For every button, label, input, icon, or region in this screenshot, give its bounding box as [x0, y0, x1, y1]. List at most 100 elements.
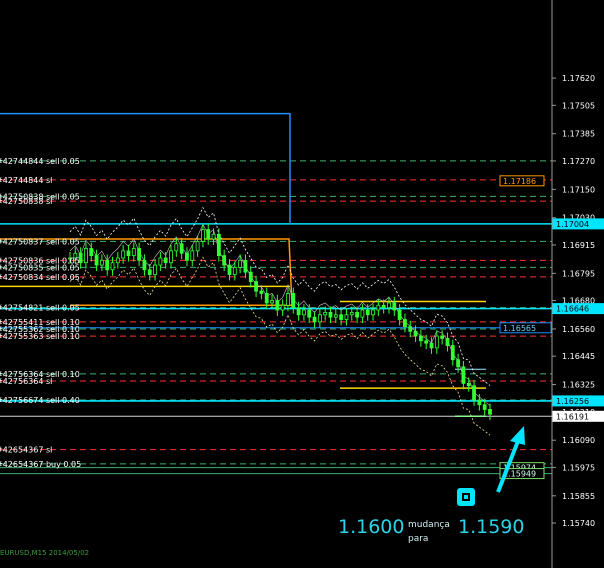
order-label: #42750838 sl [0, 197, 52, 206]
order-label: #42654367 sl [0, 446, 52, 455]
order-label: #42750837 sell 0.05 [0, 237, 80, 246]
price-levels-layer [0, 160, 552, 475]
candle-body [222, 255, 227, 266]
candle-body [158, 257, 163, 266]
candle-body [450, 345, 455, 361]
candle-body [248, 271, 253, 283]
candle-body [275, 300, 280, 311]
axis-tick-label: 1.16915 [562, 241, 595, 250]
candle-body [371, 309, 375, 316]
candle-body [126, 250, 131, 257]
annotation-from-price: 1.1600 [338, 516, 405, 538]
candle-body [333, 314, 338, 318]
candle-body [121, 250, 126, 259]
candle-body [195, 240, 200, 252]
axis-tick-label: 1.17505 [562, 101, 595, 110]
price-badge-label: 1.16256 [556, 397, 589, 406]
candle-body [270, 300, 274, 304]
axis-tick-label: 1.17620 [562, 74, 595, 83]
candle-body [482, 404, 487, 410]
axis-tick-label: 1.17150 [562, 185, 595, 194]
axis-tick-label: 1.15740 [562, 519, 595, 528]
candle-body [456, 359, 461, 368]
candle-body [472, 385, 476, 401]
candle-body [376, 304, 381, 311]
candle-body [387, 302, 391, 309]
candle-body [131, 248, 136, 256]
candle-body [142, 259, 147, 271]
candle-body [264, 293, 269, 304]
moving-average-upper [69, 206, 491, 386]
axis-tick-label: 1.17270 [562, 157, 595, 166]
candle-body [360, 309, 365, 318]
candle-body [381, 304, 386, 309]
order-label: #42654367 buy 0.05 [0, 460, 81, 469]
candle-body [349, 311, 354, 316]
axis-tick-label: 1.16090 [562, 436, 595, 445]
candle-body [392, 302, 397, 311]
candle-body [115, 257, 120, 264]
price-badge-label: 1.16646 [556, 305, 589, 314]
candle-body [397, 309, 402, 320]
candle-body [466, 382, 471, 387]
price-axis: 1.179901.176201.175051.173851.172701.171… [551, 0, 595, 568]
candle-body [307, 309, 312, 318]
candle-body [174, 243, 179, 252]
order-label: #42756674 sell 0.40 [0, 396, 80, 405]
candle-body [179, 243, 184, 254]
candle-body [317, 314, 322, 323]
candle-body [408, 326, 413, 332]
candle-body [477, 399, 482, 406]
price-badge-label: 1.16565 [503, 324, 536, 333]
price-chart[interactable]: #42744844 sell 0.05 #42744844 sl #42750838… [0, 0, 604, 568]
order-label: #42744844 sell 0.05 [0, 157, 80, 166]
chart-footer-label: EURUSD,M15 2014/05/02 [0, 549, 90, 557]
candle-body [254, 281, 258, 292]
candle-body [344, 314, 349, 320]
price-badge-label: 1.17186 [503, 177, 536, 186]
candle-body [163, 257, 168, 264]
candle-body [243, 259, 248, 273]
candle-body [94, 255, 99, 266]
order-labels-layer: #42744844 sell 0.05 #42744844 sl #42750838… [0, 157, 81, 469]
candle-body [312, 316, 317, 323]
candle-body [413, 330, 418, 337]
candle-body [201, 229, 205, 242]
order-label: #42744844 sl [0, 176, 52, 185]
candle-body [328, 311, 333, 318]
candle-body [206, 229, 211, 240]
order-label: #42754821 sell 0.05 [0, 304, 80, 313]
candle-body [137, 248, 142, 261]
candle-body [259, 290, 264, 294]
axis-tick-label: 1.15975 [562, 463, 595, 472]
candle-body [110, 262, 115, 271]
candle-body [227, 264, 232, 275]
candle-body [291, 293, 296, 309]
candle-body [190, 250, 195, 261]
candle-body [461, 366, 466, 384]
axis-tick-label: 1.17385 [562, 130, 595, 139]
candle-body [323, 311, 328, 316]
candle-body [232, 267, 237, 275]
candle-body [89, 248, 94, 256]
price-badge-label: 1.17004 [556, 220, 589, 229]
blue-range-box [0, 112, 291, 224]
candle-body [169, 250, 173, 264]
candle-body [429, 342, 434, 349]
candle-body [302, 309, 306, 316]
axis-tick-label: 1.16795 [562, 269, 595, 278]
order-label: #42756364 sl [0, 377, 52, 386]
annotation-to-price: 1.1590 [458, 516, 525, 538]
candle-body [365, 309, 370, 316]
axis-tick-label: 1.16445 [562, 352, 595, 361]
price-badge-label: 1.16191 [556, 412, 589, 421]
price-change-annotation: 1.1600 mudança para 1.1590 [338, 516, 538, 556]
annotation-word-change: mudança [408, 520, 450, 530]
candle-body [434, 335, 439, 349]
candle-body [445, 338, 450, 346]
annotation-marker-dot [464, 495, 468, 499]
candle-body [424, 340, 429, 344]
candle-body [105, 259, 110, 271]
candle-body [488, 409, 492, 415]
candle-body [286, 293, 290, 306]
